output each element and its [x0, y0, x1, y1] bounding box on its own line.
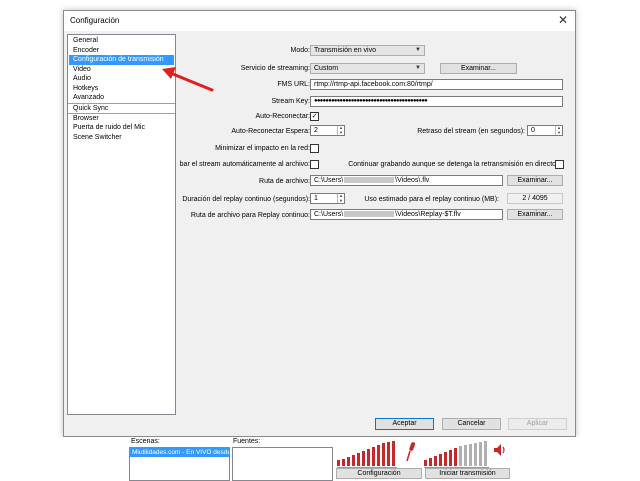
browse-replay-button[interactable]: Examinar... [507, 209, 563, 220]
auto-reconnect-label: Auto-Reconectar: [255, 113, 310, 120]
browse-service-button[interactable]: Examinar... [440, 63, 517, 74]
service-value: Custom [314, 65, 339, 72]
sidebar-item-audio[interactable]: Audio [69, 74, 174, 84]
speaker-icon[interactable] [493, 443, 507, 457]
replay-path-input[interactable]: C:\Users\ \Videos\Replay-$T.flv [310, 209, 503, 220]
accept-button[interactable]: Aceptar [375, 418, 434, 430]
auto-record-checkbox[interactable] [310, 160, 319, 169]
sidebar-item-quick-sync[interactable]: Quick Sync [69, 104, 174, 114]
replay-duration-label: Duración del replay continuo (segundos): [182, 196, 310, 203]
start-streaming-button[interactable]: Iniciar transmisión [425, 468, 510, 479]
close-button[interactable]: ✕ [555, 12, 571, 29]
chevron-down-icon: ▼ [415, 47, 421, 53]
auto-record-label: bar el stream automáticamente al archivo… [179, 161, 310, 168]
fms-url-input[interactable]: rtmp://rtmp-api.facebook.com:80/rtmp/ [310, 79, 563, 90]
replay-path-suffix: \Videos\Replay-$T.flv [395, 211, 461, 218]
reconnect-wait-value: 2 [314, 127, 318, 134]
service-label: Servicio de streaming: [240, 65, 310, 72]
obs-main-window: Escenas: Miutilidades.com - En VIVO desd… [0, 437, 640, 481]
reconnect-wait-label: Auto-Reconectar Espera: [231, 128, 310, 135]
mode-select[interactable]: Transmisión en vivo ▼ [310, 45, 425, 56]
file-path-input[interactable]: C:\Users\ \Videos\.flv [310, 175, 503, 186]
annotation-arrow-icon [162, 67, 214, 92]
stream-delay-label: Retraso del stream (en segundos): [417, 128, 525, 135]
scene-item[interactable]: Miutilidades.com - En VIVO desde [130, 448, 229, 457]
replay-duration-value: 1 [314, 195, 318, 202]
spin-down-icon[interactable]: ▼ [337, 130, 344, 135]
title-bar: Configuración ✕ [64, 11, 575, 31]
mode-value: Transmisión en vivo [314, 47, 376, 54]
microphone-icon[interactable] [405, 441, 417, 463]
dialog-title: Configuración [70, 16, 120, 25]
service-select[interactable]: Custom ▼ [310, 63, 425, 74]
fms-url-label: FMS URL: [277, 81, 310, 88]
stream-delay-value: 0 [531, 127, 535, 134]
replay-duration-spinner[interactable]: 1 ▲ ▼ [310, 193, 345, 204]
sources-label: Fuentes: [233, 438, 261, 445]
sources-list[interactable] [232, 447, 333, 481]
replay-path-prefix: C:\Users\ [314, 211, 344, 218]
replay-path-label: Ruta de archivo para Replay continuo: [190, 212, 310, 219]
settings-button[interactable]: Configuración [336, 468, 422, 479]
sidebar-item-noise-gate[interactable]: Puerta de ruido del Mic [69, 123, 174, 133]
stream-delay-spinner[interactable]: 0 ▲ ▼ [527, 125, 563, 136]
sidebar-item-video[interactable]: Video [69, 65, 174, 75]
scenes-label: Escenas: [131, 438, 160, 445]
desktop-volume-meter[interactable] [424, 440, 494, 468]
spin-down-icon[interactable]: ▼ [337, 198, 344, 203]
checkmark-icon: ✓ [311, 113, 318, 120]
replay-usage-value: 2 / 4095 [507, 193, 563, 204]
redacted-username [344, 211, 395, 218]
auto-reconnect-checkbox[interactable]: ✓ [310, 112, 319, 121]
redacted-username [344, 177, 395, 184]
spin-down-icon[interactable]: ▼ [555, 130, 562, 135]
apply-button[interactable]: Aplicar [508, 418, 567, 430]
file-path-prefix: C:\Users\ [314, 177, 344, 184]
cancel-button[interactable]: Cancelar [442, 418, 501, 430]
sidebar-item-browser[interactable]: Browser [69, 114, 174, 124]
settings-dialog: Configuración ✕ General Encoder Configur… [63, 10, 576, 437]
keep-recording-checkbox[interactable] [555, 160, 564, 169]
browse-file-button[interactable]: Examinar... [507, 175, 563, 186]
scenes-list[interactable]: Miutilidades.com - En VIVO desde [129, 447, 230, 481]
reconnect-wait-spinner[interactable]: 2 ▲ ▼ [310, 125, 345, 136]
sidebar-item-encoder[interactable]: Encoder [69, 46, 174, 56]
file-path-label: Ruta de archivo: [259, 178, 310, 185]
mode-label: Modo: [290, 47, 310, 54]
sidebar-item-advanced[interactable]: Avanzado [69, 93, 174, 103]
file-path-suffix: \Videos\.flv [395, 177, 430, 184]
sidebar-item-stream-settings[interactable]: Configuración de transmisión [69, 55, 174, 65]
stream-key-input[interactable]: ●●●●●●●●●●●●●●●●●●●●●●●●●●●●●●●●●●●●●●●● [310, 96, 563, 107]
sidebar-item-general[interactable]: General [69, 36, 174, 46]
minimize-network-label: Minimizar el impacto en la red: [215, 145, 310, 152]
keep-recording-label: Continuar grabando aunque se detenga la … [348, 161, 558, 168]
sidebar-item-hotkeys[interactable]: Hotkeys [69, 84, 174, 94]
minimize-network-checkbox[interactable] [310, 144, 319, 153]
sidebar-item-scene-switcher[interactable]: Scene Switcher [69, 133, 174, 143]
chevron-down-icon: ▼ [415, 65, 421, 71]
replay-usage-label: Uso estimado para el replay continuo (MB… [364, 196, 499, 203]
stream-key-label: Stream Key: [271, 98, 310, 105]
